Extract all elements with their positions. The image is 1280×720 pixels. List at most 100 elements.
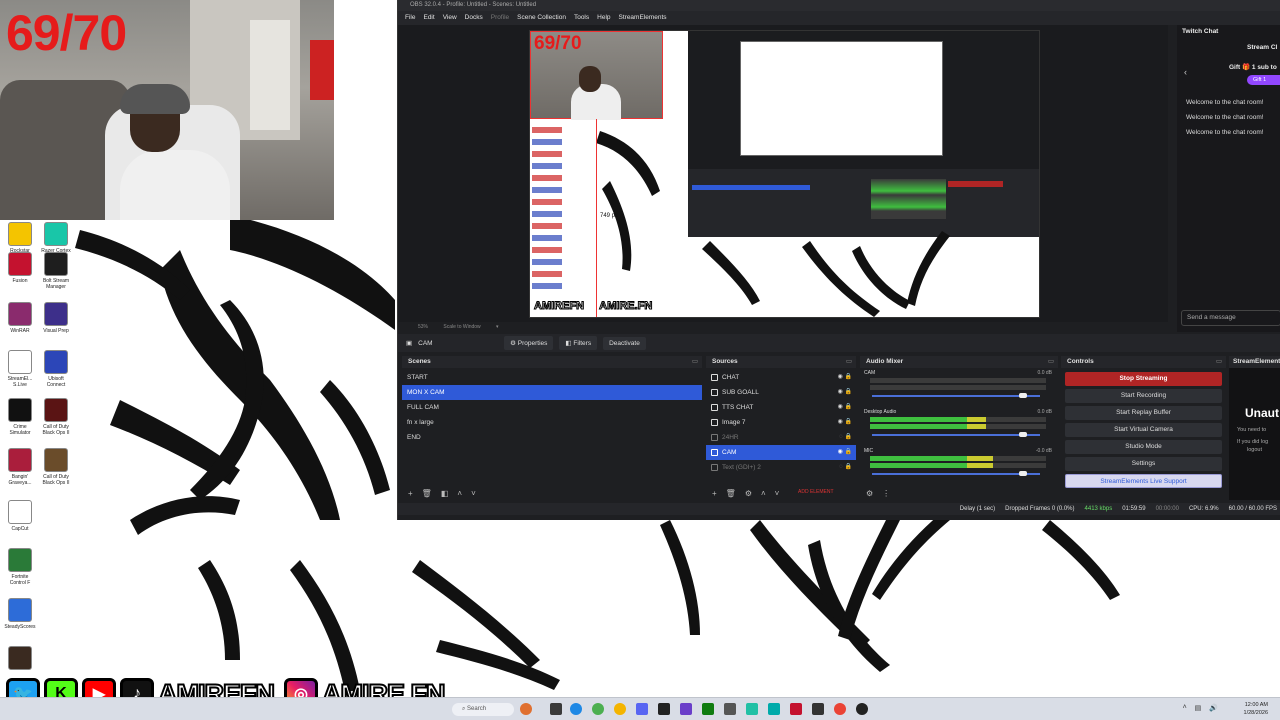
desktop-app-icon[interactable]: Call of Duty Black Ops II	[40, 398, 72, 436]
volume-slider[interactable]	[872, 393, 1040, 398]
network-icon[interactable]: ▤	[1195, 704, 1202, 712]
move-up-icon[interactable]: ˄	[457, 489, 462, 498]
menu-profile[interactable]: Profile	[491, 11, 509, 25]
gift-button[interactable]: Gift 1	[1247, 75, 1280, 85]
epic-games-icon[interactable]	[658, 703, 670, 715]
remove-scene-icon[interactable]: 🗑	[422, 489, 432, 498]
discord-icon[interactable]	[636, 703, 648, 715]
scene-filters-icon[interactable]: ◧	[441, 489, 449, 498]
stop-streaming-button[interactable]: Stop Streaming	[1065, 372, 1222, 386]
add-element-button[interactable]: ADD ELEMENT	[798, 489, 834, 495]
desktop-app-icon[interactable]: Bangin' Graveya...	[4, 448, 36, 486]
scene-item[interactable]: FULL CAM	[402, 400, 702, 415]
obs-preview-canvas[interactable]: 69/70 AMIREFN AMIRE.FN 749 px	[529, 30, 1040, 318]
dock-options-icon[interactable]: ▭	[692, 356, 698, 368]
dock-options-icon[interactable]: ▭	[846, 356, 852, 368]
studio-mode-button[interactable]: Studio Mode	[1065, 440, 1222, 454]
source-item[interactable]: Image 7 ◉ 🔒	[706, 415, 856, 430]
start-recording-button[interactable]: Start Recording	[1065, 389, 1222, 403]
desktop-app-icon[interactable]: Fortnite Control F	[4, 548, 36, 586]
chevron-left-icon[interactable]: ‹	[1184, 67, 1187, 77]
scene-item[interactable]: END	[402, 430, 702, 445]
desktop-app-icon[interactable]: CapCut	[4, 500, 36, 532]
add-scene-icon[interactable]: +	[408, 489, 413, 498]
task-view-icon[interactable]	[550, 703, 562, 715]
dock-options-icon[interactable]: ▭	[1216, 356, 1222, 368]
menu-tools[interactable]: Tools	[574, 11, 589, 25]
visibility-eye-icon[interactable]: ◉ 🔒	[838, 445, 852, 460]
deactivate-button[interactable]: Deactivate	[603, 336, 646, 350]
edge-icon[interactable]	[570, 703, 582, 715]
hidden-eye-icon[interactable]: ◌ 🔒	[839, 430, 852, 445]
settings-button[interactable]: Settings	[1065, 457, 1222, 471]
desktop-app-icon[interactable]: StreamEl... S.Live	[4, 350, 36, 388]
chat-send-input[interactable]: Send a message	[1181, 310, 1280, 326]
mixer-settings-icon[interactable]: ⚙	[866, 489, 873, 498]
chrome-icon[interactable]	[834, 703, 846, 715]
desktop-app-icon[interactable]: Fusion	[4, 252, 36, 284]
add-source-icon[interactable]: +	[712, 489, 717, 498]
scene-item[interactable]: fn x large	[402, 415, 702, 430]
move-down-icon[interactable]: ˅	[775, 489, 780, 498]
properties-button[interactable]: ⚙ Properties	[504, 336, 554, 350]
volume-slider[interactable]	[872, 471, 1040, 476]
preview-zoom[interactable]: 53%	[418, 324, 428, 330]
volume-knob[interactable]	[1019, 393, 1028, 398]
app-icon[interactable]	[768, 703, 780, 715]
app-icon[interactable]	[724, 703, 736, 715]
volume-icon[interactable]: 🔊	[1209, 704, 1218, 712]
menu-help[interactable]: Help	[597, 11, 610, 25]
visibility-eye-icon[interactable]: ◉ 🔒	[838, 385, 852, 400]
visibility-eye-icon[interactable]: ◉ 🔒	[838, 370, 852, 385]
move-down-icon[interactable]: ˅	[471, 489, 476, 498]
source-properties-icon[interactable]: ⚙	[745, 489, 752, 498]
browser-icon[interactable]	[592, 703, 604, 715]
taskbar-search[interactable]: ⌕ Search	[452, 703, 514, 716]
visibility-eye-icon[interactable]: ◉ 🔒	[838, 400, 852, 415]
menu-scene-collection[interactable]: Scene Collection	[517, 11, 566, 25]
obs-icon[interactable]	[856, 703, 868, 715]
desktop-app-icon[interactable]: Visual Prep	[40, 302, 72, 334]
hidden-eye-icon[interactable]: ◌ 🔒	[839, 460, 852, 475]
volume-slider[interactable]	[872, 432, 1040, 437]
capcut-icon[interactable]	[746, 703, 758, 715]
desktop-app-icon[interactable]: Ubisoft Connect	[40, 350, 72, 388]
streamelements-line[interactable]: logout	[1247, 446, 1268, 454]
streamelements-live-support-button[interactable]: StreamElements Live Support	[1065, 474, 1222, 488]
source-item-selected[interactable]: CAM ◉ 🔒	[706, 445, 856, 460]
move-up-icon[interactable]: ˄	[761, 489, 766, 498]
taskbar-clock[interactable]: 12:00 AM 1/28/2026	[1244, 701, 1268, 717]
streamlabs-icon[interactable]	[790, 703, 802, 715]
chevron-up-icon[interactable]: ˄	[1183, 704, 1187, 712]
chrome-icon[interactable]	[614, 703, 626, 715]
app-icon[interactable]	[680, 703, 692, 715]
preview-scale-mode[interactable]: Scale to Window	[443, 324, 480, 330]
desktop-app-icon[interactable]: Razer Cortex	[40, 222, 72, 254]
desktop-app-icon[interactable]: Bolt Stream Manager	[40, 252, 72, 290]
start-virtual-camera-button[interactable]: Start Virtual Camera	[1065, 423, 1222, 437]
more-options-icon[interactable]: ⋮	[882, 489, 890, 498]
visibility-eye-icon[interactable]: ◉ 🔒	[838, 415, 852, 430]
filters-button[interactable]: ◧ Filters	[559, 336, 598, 350]
menu-file[interactable]: File	[405, 11, 415, 25]
scene-item-selected[interactable]: MON X CAM	[402, 385, 702, 400]
source-item[interactable]: SUB GOALL ◉ 🔒	[706, 385, 856, 400]
remove-source-icon[interactable]: 🗑	[726, 489, 736, 498]
desktop-app-icon[interactable]: Crime Simulator	[4, 398, 36, 436]
desktop-app-icon[interactable]: SteadyScores	[4, 598, 36, 630]
source-item[interactable]: CHAT ◉ 🔒	[706, 370, 856, 385]
taskbar-app-icon[interactable]	[520, 703, 532, 715]
source-item[interactable]: 24HR ◌ 🔒	[706, 430, 856, 445]
menu-edit[interactable]: Edit	[423, 11, 434, 25]
app-icon[interactable]	[812, 703, 824, 715]
volume-knob[interactable]	[1019, 432, 1028, 437]
obs-preview-area[interactable]: 69/70 AMIREFN AMIRE.FN 749 px	[398, 25, 1168, 322]
source-item[interactable]: Text (GDI+) 2 ◌ 🔒	[706, 460, 856, 475]
source-item[interactable]: TTS CHAT ◉ 🔒	[706, 400, 856, 415]
menu-streamelements[interactable]: StreamElements	[619, 11, 667, 25]
volume-knob[interactable]	[1019, 471, 1028, 476]
xbox-icon[interactable]	[702, 703, 714, 715]
scene-item[interactable]: START	[402, 370, 702, 385]
desktop-app-icon[interactable]: WinRAR	[4, 302, 36, 334]
desktop-app-icon[interactable]: Call of Duty Black Ops II	[40, 448, 72, 486]
